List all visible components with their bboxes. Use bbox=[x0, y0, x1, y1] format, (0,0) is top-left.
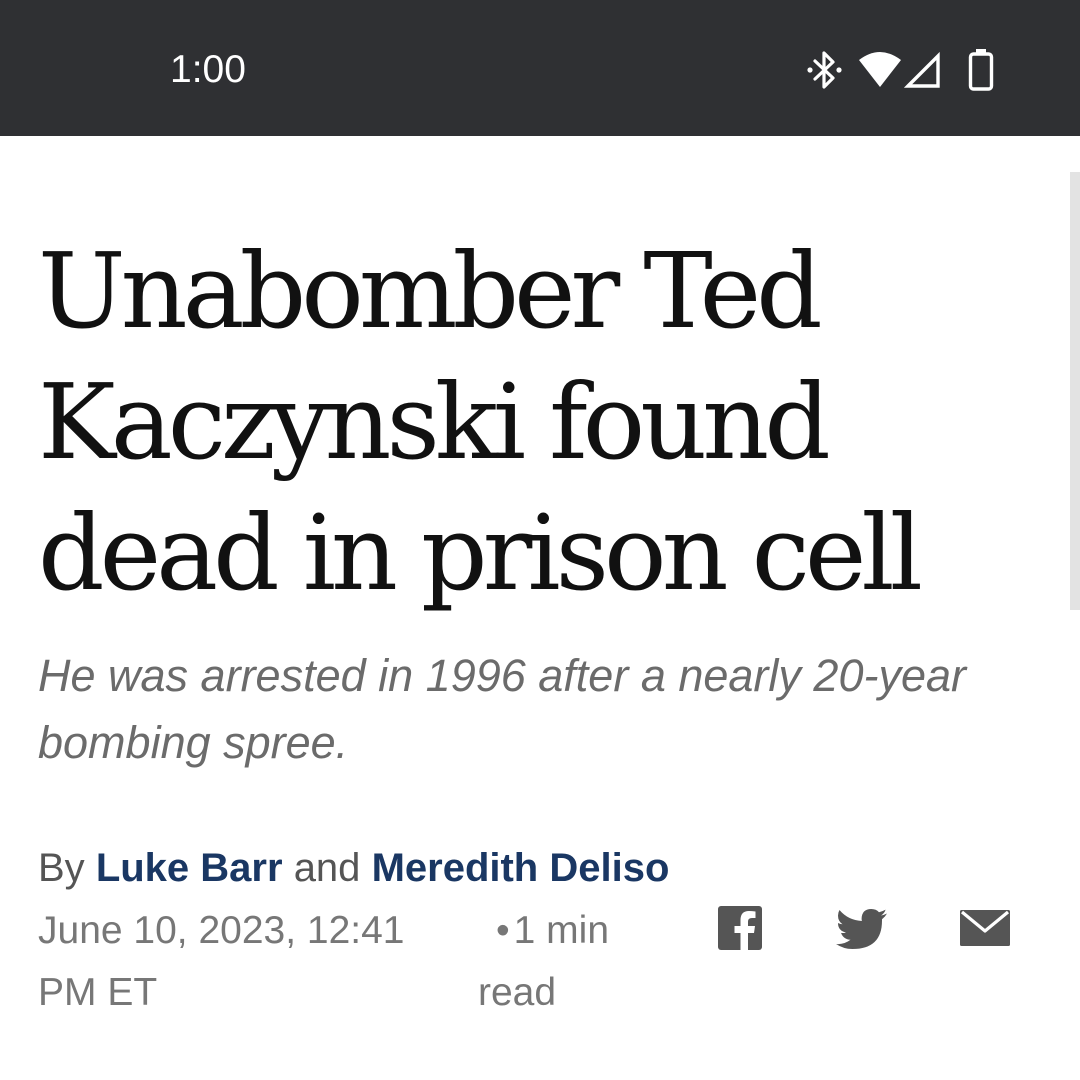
status-bar: 1:00 bbox=[0, 0, 1080, 136]
byline-prefix: By bbox=[38, 846, 85, 890]
status-icons bbox=[806, 48, 994, 92]
byline: By Luke Barr and Meredith Deliso bbox=[38, 842, 669, 894]
article-subheadline: He was arrested in 1996 after a nearly 2… bbox=[38, 650, 966, 768]
byline-conjunction: and bbox=[293, 846, 361, 890]
article-headline: Unabomber Ted Kaczynski found dead in pr… bbox=[38, 230, 923, 614]
read-time-bullet: • bbox=[496, 909, 510, 952]
status-time: 1:00 bbox=[170, 48, 246, 91]
facebook-icon[interactable] bbox=[718, 906, 762, 950]
author-link-luke-barr[interactable]: Luke Barr bbox=[96, 846, 283, 890]
twitter-icon[interactable] bbox=[836, 908, 888, 952]
scrollbar[interactable] bbox=[1070, 172, 1080, 610]
battery-icon bbox=[968, 49, 994, 91]
bluetooth-icon bbox=[807, 51, 842, 89]
cellular-signal-icon bbox=[904, 51, 940, 88]
read-time: • 1 min read bbox=[478, 900, 648, 1024]
publish-date: June 10, 2023, 12:41 PM ET bbox=[38, 909, 405, 1014]
author-link-meredith-deliso[interactable]: Meredith Deliso bbox=[372, 846, 670, 890]
wifi-icon bbox=[859, 52, 901, 87]
email-icon[interactable] bbox=[960, 910, 1010, 946]
